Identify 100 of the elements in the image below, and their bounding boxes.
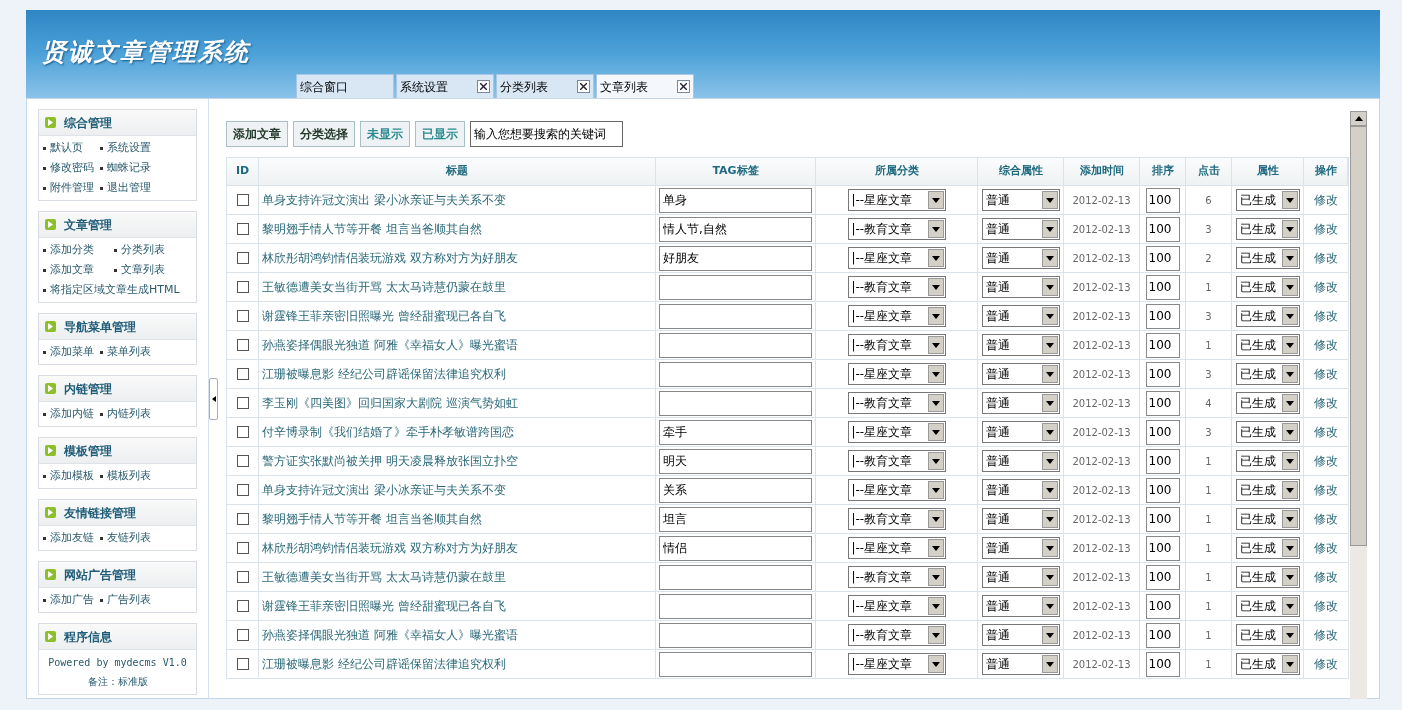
toolbar-button[interactable]: 已显示 — [415, 121, 465, 147]
toolbar-button[interactable]: 分类选择 — [293, 121, 355, 147]
row-checkbox[interactable] — [236, 513, 249, 525]
collapse-handle[interactable] — [209, 377, 218, 420]
tab[interactable]: 文章列表 — [596, 74, 694, 98]
row-checkbox[interactable] — [236, 339, 249, 351]
tag-field[interactable] — [659, 303, 812, 329]
edit-link[interactable]: 修改 — [1314, 510, 1338, 528]
edit-link[interactable]: 修改 — [1314, 220, 1338, 238]
row-checkbox[interactable] — [236, 426, 249, 438]
category-select[interactable]: |--星座文章 — [847, 595, 946, 617]
sort-field[interactable]: 100 — [1145, 593, 1180, 619]
menu-link[interactable]: 内链列表 — [107, 405, 151, 423]
menu-link[interactable]: 修改密码 — [50, 159, 94, 177]
menu-link[interactable]: 模板列表 — [107, 467, 151, 485]
category-select[interactable]: |--教育文章 — [847, 334, 946, 356]
category-select[interactable]: |--教育文章 — [847, 508, 946, 530]
menu-link[interactable]: 广告列表 — [107, 591, 151, 609]
search-field[interactable]: 输入您想要搜索的关键词 — [470, 121, 623, 147]
article-title[interactable]: 黎明翘手情人节等开餐 坦言当爸顺其自然 — [262, 510, 482, 528]
article-title[interactable]: 王敏德遭美女当街开骂 太太马诗慧仍蒙在鼓里 — [262, 568, 506, 586]
status-select[interactable]: 已生成 — [1235, 392, 1300, 414]
attribute-select[interactable]: 普通 — [981, 305, 1060, 327]
close-icon[interactable] — [477, 80, 490, 93]
row-checkbox[interactable] — [236, 368, 249, 380]
category-select[interactable]: |--星座文章 — [847, 537, 946, 559]
sort-field[interactable]: 100 — [1145, 245, 1180, 271]
tag-field[interactable] — [659, 274, 812, 300]
row-checkbox[interactable] — [236, 252, 249, 264]
sort-field[interactable]: 100 — [1145, 506, 1180, 532]
attribute-select[interactable]: 普通 — [981, 537, 1060, 559]
tag-field[interactable] — [659, 361, 812, 387]
category-select[interactable]: |--星座文章 — [847, 247, 946, 269]
article-title[interactable]: 黎明翘手情人节等开餐 坦言当爸顺其自然 — [262, 220, 482, 238]
article-title[interactable]: 王敏德遭美女当街开骂 太太马诗慧仍蒙在鼓里 — [262, 278, 506, 296]
sort-field[interactable]: 100 — [1145, 187, 1180, 213]
status-select[interactable]: 已生成 — [1235, 653, 1300, 675]
article-title[interactable]: 单身支持许冠文演出 梁小冰亲证与夫关系不变 — [262, 481, 506, 499]
article-title[interactable]: 单身支持许冠文演出 梁小冰亲证与夫关系不变 — [262, 191, 506, 209]
article-title[interactable]: 江珊被曝息影 经纪公司辟谣保留法律追究权利 — [262, 365, 506, 383]
scroll-up-icon[interactable] — [1354, 116, 1363, 121]
status-select[interactable]: 已生成 — [1235, 276, 1300, 298]
article-title[interactable]: 警方证实张默尚被关押 明天凌晨释放张国立扑空 — [262, 452, 518, 470]
tag-field[interactable]: 好朋友 — [659, 245, 812, 271]
sort-field[interactable]: 100 — [1145, 448, 1180, 474]
tab[interactable]: 综合窗口 — [296, 74, 394, 98]
menu-link[interactable]: 蜘蛛记录 — [107, 159, 151, 177]
status-select[interactable]: 已生成 — [1235, 305, 1300, 327]
sort-field[interactable]: 100 — [1145, 303, 1180, 329]
menu-link[interactable]: 添加广告 — [50, 591, 94, 609]
menu-link[interactable]: 文章列表 — [121, 261, 166, 279]
article-title[interactable]: 孙燕姿择偶眼光独道 阿雅《幸福女人》曝光蜜语 — [262, 626, 518, 644]
attribute-select[interactable]: 普通 — [981, 421, 1060, 443]
attribute-select[interactable]: 普通 — [981, 276, 1060, 298]
attribute-select[interactable]: 普通 — [981, 450, 1060, 472]
menu-link[interactable]: 添加分类 — [50, 241, 94, 259]
status-select[interactable]: 已生成 — [1235, 566, 1300, 588]
edit-link[interactable]: 修改 — [1314, 481, 1338, 499]
sort-field[interactable]: 100 — [1145, 216, 1180, 242]
menu-link[interactable]: 菜单列表 — [107, 343, 151, 361]
attribute-select[interactable]: 普通 — [981, 624, 1060, 646]
sort-field[interactable]: 100 — [1145, 390, 1180, 416]
tag-field[interactable] — [659, 332, 812, 358]
attribute-select[interactable]: 普通 — [981, 363, 1060, 385]
status-select[interactable]: 已生成 — [1235, 595, 1300, 617]
status-select[interactable]: 已生成 — [1235, 421, 1300, 443]
category-select[interactable]: |--星座文章 — [847, 363, 946, 385]
tag-field[interactable]: 情人节,自然 — [659, 216, 812, 242]
row-checkbox[interactable] — [236, 310, 249, 322]
article-title[interactable]: 谢霆锋王菲亲密旧照曝光 曾经甜蜜现已各自飞 — [262, 307, 506, 325]
category-select[interactable]: |--教育文章 — [847, 624, 946, 646]
tag-field[interactable] — [659, 622, 812, 648]
category-select[interactable]: |--星座文章 — [847, 421, 946, 443]
category-select[interactable]: |--星座文章 — [847, 189, 946, 211]
edit-link[interactable]: 修改 — [1314, 365, 1338, 383]
row-checkbox[interactable] — [236, 397, 249, 409]
menu-link[interactable]: 分类列表 — [121, 241, 166, 259]
status-select[interactable]: 已生成 — [1235, 508, 1300, 530]
article-title[interactable]: 林欣彤胡鸿钧情侣装玩游戏 双方称对方为好朋友 — [262, 539, 518, 557]
sort-field[interactable]: 100 — [1145, 419, 1180, 445]
row-checkbox[interactable] — [236, 629, 249, 641]
row-checkbox[interactable] — [236, 542, 249, 554]
menu-link[interactable]: 添加模板 — [50, 467, 94, 485]
attribute-select[interactable]: 普通 — [981, 653, 1060, 675]
tab[interactable]: 分类列表 — [496, 74, 594, 98]
edit-link[interactable]: 修改 — [1314, 539, 1338, 557]
sort-field[interactable]: 100 — [1145, 622, 1180, 648]
menu-link[interactable]: 系统设置 — [107, 139, 151, 157]
edit-link[interactable]: 修改 — [1314, 626, 1338, 644]
tag-field[interactable]: 牵手 — [659, 419, 812, 445]
row-checkbox[interactable] — [236, 571, 249, 583]
row-checkbox[interactable] — [236, 658, 249, 670]
menu-link[interactable]: 添加内链 — [50, 405, 94, 423]
close-icon[interactable] — [577, 80, 590, 93]
menu-link[interactable]: 添加菜单 — [50, 343, 94, 361]
category-select[interactable]: |--教育文章 — [847, 218, 946, 240]
article-title[interactable]: 江珊被曝息影 经纪公司辟谣保留法律追究权利 — [262, 655, 506, 673]
attribute-select[interactable]: 普通 — [981, 479, 1060, 501]
category-select[interactable]: |--教育文章 — [847, 450, 946, 472]
article-title[interactable]: 谢霆锋王菲亲密旧照曝光 曾经甜蜜现已各自飞 — [262, 597, 506, 615]
